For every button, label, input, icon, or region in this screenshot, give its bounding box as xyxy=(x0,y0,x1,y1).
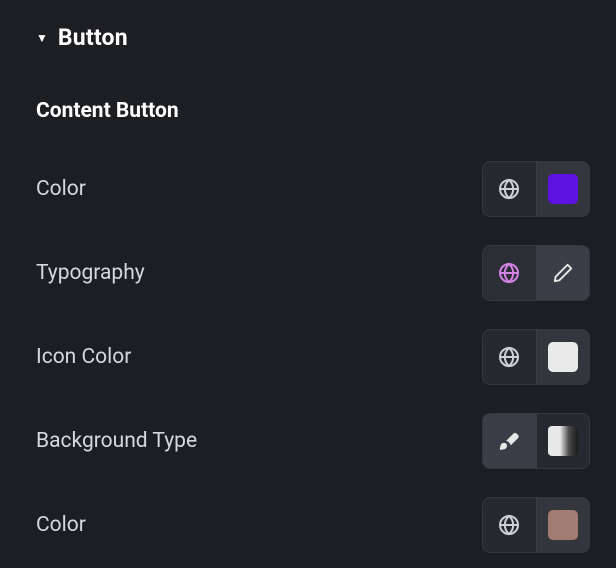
color-swatch xyxy=(548,510,578,540)
brush-icon xyxy=(498,430,520,452)
bg-type-classic-button[interactable] xyxy=(483,414,536,468)
control-group xyxy=(482,329,590,385)
section-title: Button xyxy=(58,24,128,51)
pencil-icon xyxy=(552,262,574,284)
globe-icon xyxy=(497,513,521,537)
color-swatch xyxy=(548,174,578,204)
color-picker-button[interactable] xyxy=(536,330,590,384)
globe-icon xyxy=(497,261,521,285)
properties-panel: ▼ Button Content Button Color Typography xyxy=(0,0,616,568)
global-value-toggle[interactable] xyxy=(483,330,536,384)
control-group xyxy=(482,245,590,301)
control-group xyxy=(482,413,590,469)
global-value-toggle[interactable] xyxy=(483,246,536,300)
property-row-typography: Typography xyxy=(36,245,590,301)
property-row-background-type: Background Type xyxy=(36,413,590,469)
global-value-toggle[interactable] xyxy=(483,162,536,216)
property-label: Typography xyxy=(36,261,145,285)
property-row-bg-color: Color xyxy=(36,497,590,553)
property-label: Background Type xyxy=(36,429,197,453)
property-label: Icon Color xyxy=(36,345,131,369)
property-row-color: Color xyxy=(36,161,590,217)
section-header-button[interactable]: ▼ Button xyxy=(36,24,590,51)
color-swatch xyxy=(548,342,578,372)
caret-down-icon: ▼ xyxy=(36,32,48,44)
globe-icon xyxy=(497,177,521,201)
control-group xyxy=(482,497,590,553)
property-label: Color xyxy=(36,513,86,537)
color-picker-button[interactable] xyxy=(536,498,590,552)
property-label: Color xyxy=(36,177,86,201)
gradient-icon xyxy=(548,426,578,456)
property-row-icon-color: Icon Color xyxy=(36,329,590,385)
globe-icon xyxy=(497,345,521,369)
control-group xyxy=(482,161,590,217)
global-value-toggle[interactable] xyxy=(483,498,536,552)
edit-typography-button[interactable] xyxy=(536,246,590,300)
subsection-title: Content Button xyxy=(36,99,590,123)
bg-type-gradient-button[interactable] xyxy=(536,414,590,468)
color-picker-button[interactable] xyxy=(536,162,590,216)
